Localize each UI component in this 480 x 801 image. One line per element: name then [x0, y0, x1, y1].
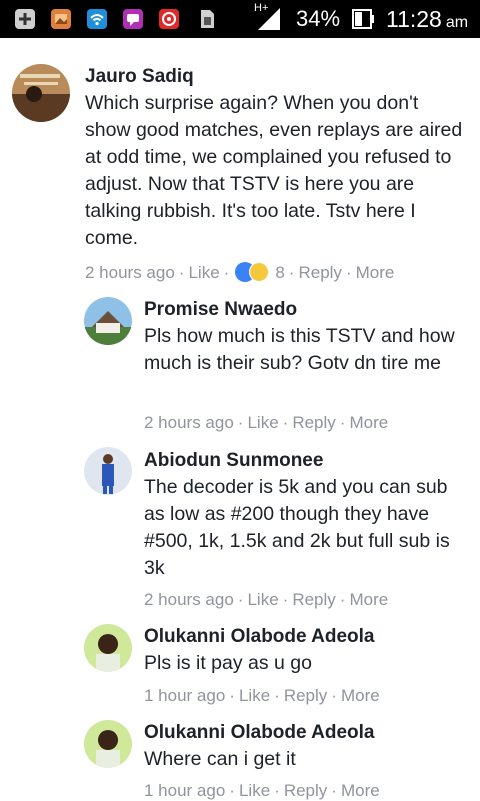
- clock: 11:28 am: [386, 6, 469, 32]
- like-button[interactable]: Like: [239, 686, 270, 705]
- network-type: H+: [254, 2, 269, 14]
- comment-meta: 1 hour ago · Like · Reply · More: [144, 686, 380, 705]
- reply-button[interactable]: Reply: [284, 781, 327, 800]
- reply-button[interactable]: Reply: [292, 413, 335, 432]
- more-button[interactable]: More: [349, 413, 388, 432]
- reply-button[interactable]: Reply: [292, 590, 335, 609]
- like-button[interactable]: Like: [247, 590, 278, 609]
- wifi-icon: [87, 9, 107, 29]
- comment-text: Where can i get it: [144, 748, 296, 770]
- comment-text: Pls how much is this TSTV and how much i…: [144, 325, 455, 374]
- comment-meta: 1 hour ago · Like · Reply · More: [144, 781, 380, 800]
- gallery-icon: [51, 9, 71, 29]
- more-button[interactable]: More: [349, 590, 388, 609]
- comment-author[interactable]: Jauro Sadiq: [85, 66, 194, 88]
- avatar[interactable]: [84, 720, 132, 768]
- comment-text: Pls is it pay as u go: [144, 652, 312, 674]
- comment-text: The decoder is 5k and you can sub as low…: [144, 476, 450, 579]
- haha-reaction-icon: [249, 262, 270, 282]
- avatar[interactable]: [84, 447, 132, 495]
- message-icon: [123, 9, 143, 29]
- like-button[interactable]: Like: [247, 413, 278, 432]
- comment-text: Which surprise again? When you don't sho…: [85, 92, 463, 249]
- comment-author[interactable]: Olukanni Olabode Adeola: [144, 626, 375, 648]
- avatar[interactable]: [84, 624, 132, 672]
- avatar-image: [84, 624, 132, 672]
- battery-icon: [352, 9, 374, 29]
- avatar-image: [84, 297, 132, 345]
- avatar-image: [84, 720, 132, 768]
- avatar-image: [84, 447, 132, 495]
- comment-meta: 2 hours ago · Like · Reply · More: [144, 413, 389, 432]
- reaction-count[interactable]: 8: [275, 263, 284, 282]
- comment-author[interactable]: Abiodun Sunmonee: [144, 450, 323, 472]
- battery-percent: 34%: [296, 6, 341, 31]
- comment-author[interactable]: Promise Nwaedo: [144, 299, 297, 321]
- comment-meta: 2 hours ago · Like · Reply · More: [144, 590, 389, 609]
- status-bar: H+ 34% 11:28 am: [0, 0, 480, 38]
- reply-button[interactable]: Reply: [298, 263, 341, 282]
- comment-meta: 2 hours ago · Like · 8 · Reply · More: [85, 262, 395, 282]
- add-icon: [15, 9, 35, 29]
- reply-button[interactable]: Reply: [284, 686, 327, 705]
- like-button[interactable]: Like: [239, 781, 270, 800]
- music-icon: [159, 9, 179, 29]
- like-button[interactable]: Like: [188, 263, 219, 282]
- comment-time[interactable]: 2 hours ago: [85, 263, 175, 282]
- more-button[interactable]: More: [341, 686, 380, 705]
- comment-time[interactable]: 2 hours ago: [144, 590, 234, 609]
- sim-icon: [201, 10, 214, 28]
- comment-time[interactable]: 2 hours ago: [144, 413, 234, 432]
- avatar-image: [12, 64, 70, 122]
- reactions[interactable]: [235, 262, 275, 282]
- more-button[interactable]: More: [356, 263, 395, 282]
- more-button[interactable]: More: [341, 781, 380, 800]
- avatar[interactable]: [84, 297, 132, 345]
- comment-time[interactable]: 1 hour ago: [144, 686, 225, 705]
- comment-author[interactable]: Olukanni Olabode Adeola: [144, 722, 375, 744]
- comment-time[interactable]: 1 hour ago: [144, 781, 225, 800]
- avatar[interactable]: [12, 64, 70, 122]
